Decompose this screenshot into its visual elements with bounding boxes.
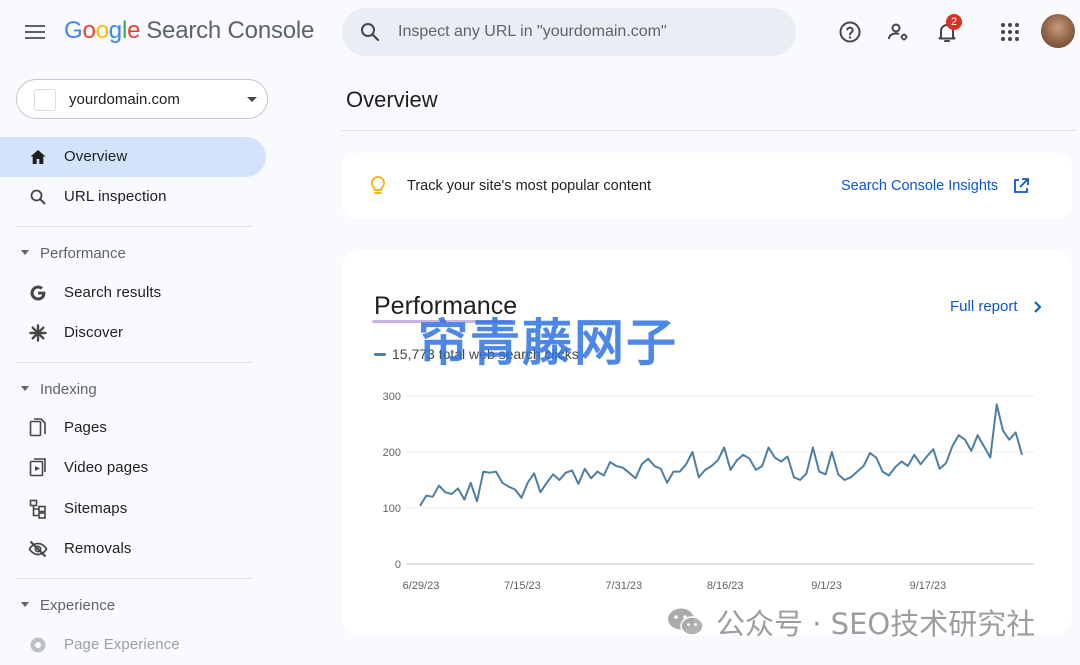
wechat-watermark: 公众号 · SEO技术研究社 <box>666 602 1035 642</box>
collapse-arrow-icon <box>21 386 29 391</box>
sitemap-icon <box>28 499 48 519</box>
section-indexing[interactable]: Indexing <box>0 373 266 405</box>
x-tick-label: 9/1/23 <box>811 580 842 592</box>
sidebar-item-search-results[interactable]: Search results <box>0 273 266 313</box>
logo-letter: g <box>108 17 122 44</box>
y-tick-label: 100 <box>383 503 401 515</box>
collapse-arrow-icon <box>21 602 29 607</box>
x-tick-label: 8/16/23 <box>707 580 744 592</box>
search-icon <box>28 187 48 207</box>
sidebar-item-pages[interactable]: Pages <box>0 408 266 448</box>
sidebar-item-label: Pages <box>64 419 108 436</box>
divider <box>16 578 252 579</box>
page-title: Overview <box>346 87 438 112</box>
divider <box>16 226 252 227</box>
home-icon <box>28 147 48 167</box>
sidebar-item-label: Page Experience <box>64 636 180 653</box>
legend-swatch <box>374 352 386 356</box>
y-tick-label: 0 <box>395 559 401 571</box>
open-in-new-icon[interactable] <box>1011 176 1031 196</box>
logo-letter: G <box>64 17 83 44</box>
apps-icon[interactable] <box>996 18 1024 46</box>
pages-icon <box>28 418 48 438</box>
notification-badge: 2 <box>946 14 962 30</box>
watermark-text: 公众号 · SEO技术研究社 <box>716 607 1036 641</box>
product-logo[interactable]: Google Search Console <box>64 17 314 45</box>
top-app-bar: GoogleSearch Console 2 <box>0 0 1080 64</box>
x-tick-label: 7/31/23 <box>605 580 642 592</box>
search-input[interactable] <box>398 20 778 44</box>
sidebar-item-page-experience[interactable]: Page Experience <box>0 625 266 665</box>
property-name: yourdomain.com <box>69 91 180 108</box>
sidebar-item-label: Video pages <box>64 459 149 476</box>
google-g-icon <box>28 283 48 303</box>
lightbulb-icon <box>371 176 385 194</box>
sidebar-item-label: Overview <box>64 148 128 165</box>
menu-icon[interactable] <box>22 18 50 46</box>
help-icon[interactable] <box>836 18 864 46</box>
series-line-clicks <box>419 403 1023 507</box>
insight-text: Track your site's most popular content <box>407 178 652 194</box>
y-tick-label: 200 <box>383 447 401 459</box>
video-pages-icon <box>28 458 48 478</box>
wechat-icon <box>668 608 704 636</box>
section-performance[interactable]: Performance <box>0 237 266 269</box>
sidebar-item-label: Removals <box>64 540 132 557</box>
sidebar-item-label: Search results <box>64 284 162 301</box>
section-title: Experience <box>40 597 116 614</box>
page-experience-icon <box>28 635 48 655</box>
section-title: Indexing <box>40 381 97 398</box>
section-experience[interactable]: Experience <box>0 589 266 621</box>
search-icon <box>361 23 380 42</box>
sidebar-item-label: Discover <box>64 324 124 341</box>
product-name: Search Console <box>146 17 315 44</box>
x-tick-label: 9/17/23 <box>910 580 947 592</box>
sidebar-item-url-inspection[interactable]: URL inspection <box>0 177 266 217</box>
full-report-link[interactable]: Full report <box>950 298 1018 315</box>
logo-letter: o <box>82 17 96 44</box>
y-tick-label: 300 <box>383 391 401 403</box>
logo-letter: e <box>127 17 141 44</box>
x-tick-label: 6/29/23 <box>403 580 440 592</box>
section-title: Performance <box>40 245 126 262</box>
url-inspection-search[interactable] <box>342 8 796 56</box>
avatar[interactable] <box>1041 14 1075 48</box>
clicks-line-chart: 0 100 200 300 6/29/23 7/15/23 7/31/23 8/16/23 9/… <box>383 391 1034 592</box>
sidebar-item-overview[interactable]: Overview <box>0 137 266 177</box>
dropdown-arrow-icon <box>247 97 257 102</box>
manage-users-icon[interactable] <box>884 18 912 46</box>
search-console-insights-link[interactable]: Search Console Insights <box>841 178 998 194</box>
watermark-overlay: 帘青藤网子 <box>418 314 678 372</box>
sidebar-item-label: Sitemaps <box>64 500 128 517</box>
divider <box>342 130 1076 131</box>
sidebar-item-sitemaps[interactable]: Sitemaps <box>0 489 266 529</box>
sidebar-item-removals[interactable]: Removals <box>0 529 266 569</box>
sidebar-item-label: URL inspection <box>64 188 167 205</box>
x-tick-label: 7/15/23 <box>504 580 541 592</box>
site-favicon <box>34 89 56 111</box>
sidebar-item-video-pages[interactable]: Video pages <box>0 448 266 488</box>
divider <box>16 362 252 363</box>
property-selector[interactable]: yourdomain.com <box>16 79 268 119</box>
insights-card: Track your site's most popular content S… <box>342 153 1072 218</box>
sidebar-item-discover[interactable]: Discover <box>0 313 266 353</box>
chevron-right-icon[interactable] <box>1030 299 1044 315</box>
asterisk-icon <box>28 323 48 343</box>
collapse-arrow-icon <box>21 250 29 255</box>
logo-letter: o <box>95 17 109 44</box>
visibility-off-icon <box>28 539 48 559</box>
